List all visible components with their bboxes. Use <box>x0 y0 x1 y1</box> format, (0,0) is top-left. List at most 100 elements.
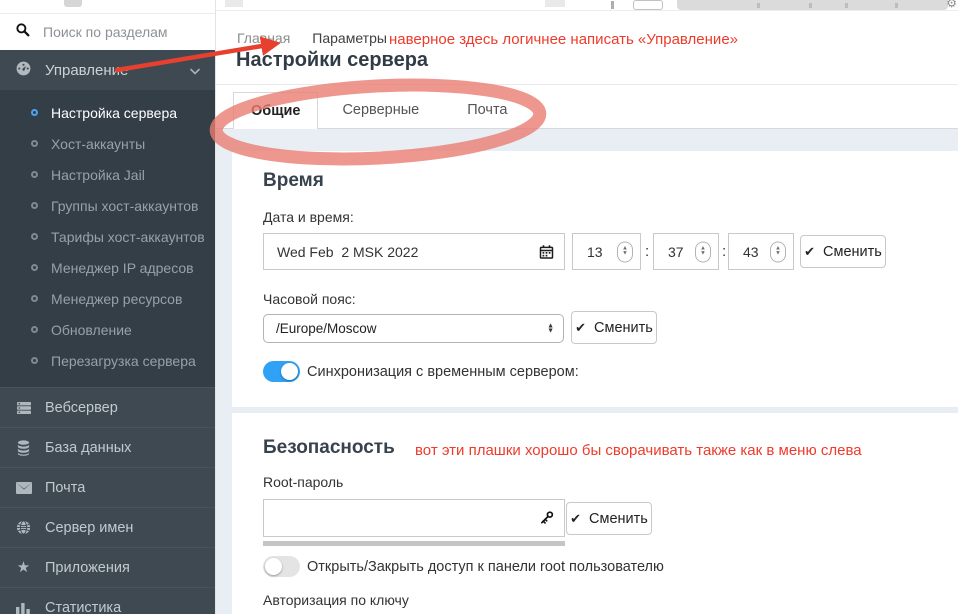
sidebar-item-label: Почта <box>45 479 86 496</box>
root-password-input[interactable] <box>264 510 564 526</box>
star-icon: ★ <box>16 559 31 576</box>
sidebar-item-label: База данных <box>45 439 132 456</box>
page-title: Настройки сервера <box>236 49 429 71</box>
time-sync-toggle[interactable] <box>263 361 300 382</box>
sidebar-item-label: Настройка сервера <box>51 104 178 121</box>
sidebar-item-server-setup[interactable]: Настройка сервера <box>0 97 215 128</box>
stepper-icon[interactable]: ▲ ▼ <box>617 241 633 262</box>
sidebar: Управление Настройка сервера Хост-аккаун… <box>0 0 216 614</box>
sidebar-item-host-account-groups[interactable]: Группы хост-аккаунтов <box>0 190 215 221</box>
button-label: Сменить <box>823 243 882 260</box>
sidebar-item-host-accounts[interactable]: Хост-аккаунты <box>0 128 215 159</box>
sidebar-item-label: Сервер имен <box>45 519 134 536</box>
sidebar-item-label: Настройка Jail <box>51 166 145 183</box>
change-datetime-button[interactable]: ✔ Сменить <box>800 235 886 268</box>
root-password-input-wrap <box>263 499 565 537</box>
bullet-icon <box>31 202 38 209</box>
divider <box>216 84 958 85</box>
sidebar-item-jail-setup[interactable]: Настройка Jail <box>0 159 215 190</box>
seconds-input[interactable] <box>729 242 763 261</box>
sidebar-search <box>0 14 215 50</box>
root-access-toggle[interactable] <box>263 556 300 577</box>
mail-icon <box>15 481 32 494</box>
sidebar-item-label: Менеджер ресурсов <box>51 290 183 307</box>
bullet-icon <box>31 140 38 147</box>
tab-general[interactable]: Общие <box>233 92 319 129</box>
seconds-spinner: ▲▼ <box>728 233 794 270</box>
search-icon <box>15 22 30 42</box>
select-arrows-icon: ▲ ▼ <box>547 322 554 335</box>
sidebar-item-applications[interactable]: ★ Приложения <box>0 547 215 587</box>
tab-mail[interactable]: Почта <box>443 92 531 128</box>
sidebar-item-label: Менеджер IP адресов <box>51 259 194 276</box>
timezone-select[interactable]: /Europe/Moscow ▲ ▼ <box>263 314 564 343</box>
sidebar-item-server-reboot[interactable]: Перезагрузка сервера <box>0 345 215 376</box>
topbar-select-stub[interactable] <box>633 0 663 10</box>
root-password-label: Root-пароль <box>263 474 344 490</box>
time-section-title: Время <box>263 170 324 191</box>
sidebar-item-mail[interactable]: Почта <box>0 467 215 507</box>
timezone-selected-value: /Europe/Moscow <box>276 321 377 336</box>
toggle-knob <box>281 363 298 380</box>
sidebar-item-host-account-tariffs[interactable]: Тарифы хост-аккаунтов <box>0 221 215 252</box>
stepper-icon[interactable]: ▲ ▼ <box>770 241 786 262</box>
minutes-spinner: ▲▼ <box>653 233 719 270</box>
sidebar-item-ip-manager[interactable]: Менеджер IP адресов <box>0 252 215 283</box>
sidebar-item-label: Вебсервер <box>45 399 118 416</box>
key-icon[interactable] <box>539 511 554 526</box>
sidebar-item-nameserver[interactable]: Сервер имен <box>0 507 215 547</box>
root-access-label: Открыть/Закрыть доступ к панели root пол… <box>307 559 664 575</box>
sidebar-item-webserver[interactable]: Вебсервер <box>0 387 215 427</box>
bullet-icon <box>31 109 38 116</box>
sidebar-item-resource-manager[interactable]: Менеджер ресурсов <box>0 283 215 314</box>
breadcrumb-current[interactable]: Параметры <box>312 30 387 46</box>
sidebar-item-update[interactable]: Обновление <box>0 314 215 345</box>
sidebar-item-label: Статистика <box>45 599 122 614</box>
tab-server[interactable]: Серверные <box>318 92 443 128</box>
time-colon: : <box>645 243 650 260</box>
sidebar-group-management[interactable]: Управление <box>0 50 215 90</box>
sidebar-submenu: Настройка сервера Хост-аккаунты Настройк… <box>0 90 215 387</box>
database-icon <box>15 439 32 456</box>
change-timezone-button[interactable]: ✔ Сменить <box>571 311 657 344</box>
sidebar-item-statistics[interactable]: Статистика <box>0 587 215 614</box>
stepper-icon[interactable]: ▲ ▼ <box>695 241 711 262</box>
annotation-note-breadcrumb: наверное здесь логичнее написать «Управл… <box>389 31 738 48</box>
topbar-cutoff: ⚙ <box>216 0 958 11</box>
hours-input[interactable] <box>573 242 607 261</box>
tabbar: Общие Серверные Почта <box>233 92 531 129</box>
minutes-input[interactable] <box>654 242 688 261</box>
password-strength-bar <box>263 541 565 546</box>
check-icon: ✔ <box>570 510 582 526</box>
bullet-icon <box>31 357 38 364</box>
chevron-down-icon <box>190 62 200 79</box>
change-root-password-button[interactable]: ✔ Сменить <box>566 502 652 535</box>
sidebar-item-label: Приложения <box>45 559 130 576</box>
datetime-input[interactable] <box>264 243 564 260</box>
sidebar-item-label: Обновление <box>51 321 132 338</box>
globe-icon <box>15 520 32 535</box>
security-section-title: Безопасность <box>263 437 395 458</box>
search-input[interactable] <box>41 23 201 41</box>
dashboard-icon <box>15 60 32 81</box>
datetime-label: Дата и время: <box>263 209 354 225</box>
breadcrumb-home[interactable]: Главная <box>237 30 290 46</box>
sidebar-item-label: Группы хост-аккаунтов <box>51 197 199 214</box>
timezone-label: Часовой пояс: <box>263 291 356 307</box>
button-label: Сменить <box>589 510 648 527</box>
annotation-note-panels: вот эти плашки хорошо бы сворачивать так… <box>415 442 862 459</box>
topbar-fragment <box>545 0 565 7</box>
topbar-bar-stub[interactable] <box>677 0 948 10</box>
bullet-icon <box>31 233 38 240</box>
time-colon: : <box>722 243 727 260</box>
topbar-fragment <box>225 0 243 7</box>
sidebar-item-database[interactable]: База данных <box>0 427 215 467</box>
sidebar-item-label: Перезагрузка сервера <box>51 352 196 369</box>
bullet-icon <box>31 264 38 271</box>
breadcrumb: Главная Параметры <box>237 30 387 46</box>
logo <box>64 0 82 7</box>
gear-icon[interactable]: ⚙ <box>946 0 957 9</box>
sidebar-menu: Управление Настройка сервера Хост-аккаун… <box>0 50 215 614</box>
check-icon: ✔ <box>804 243 816 259</box>
button-label: Сменить <box>594 319 653 336</box>
